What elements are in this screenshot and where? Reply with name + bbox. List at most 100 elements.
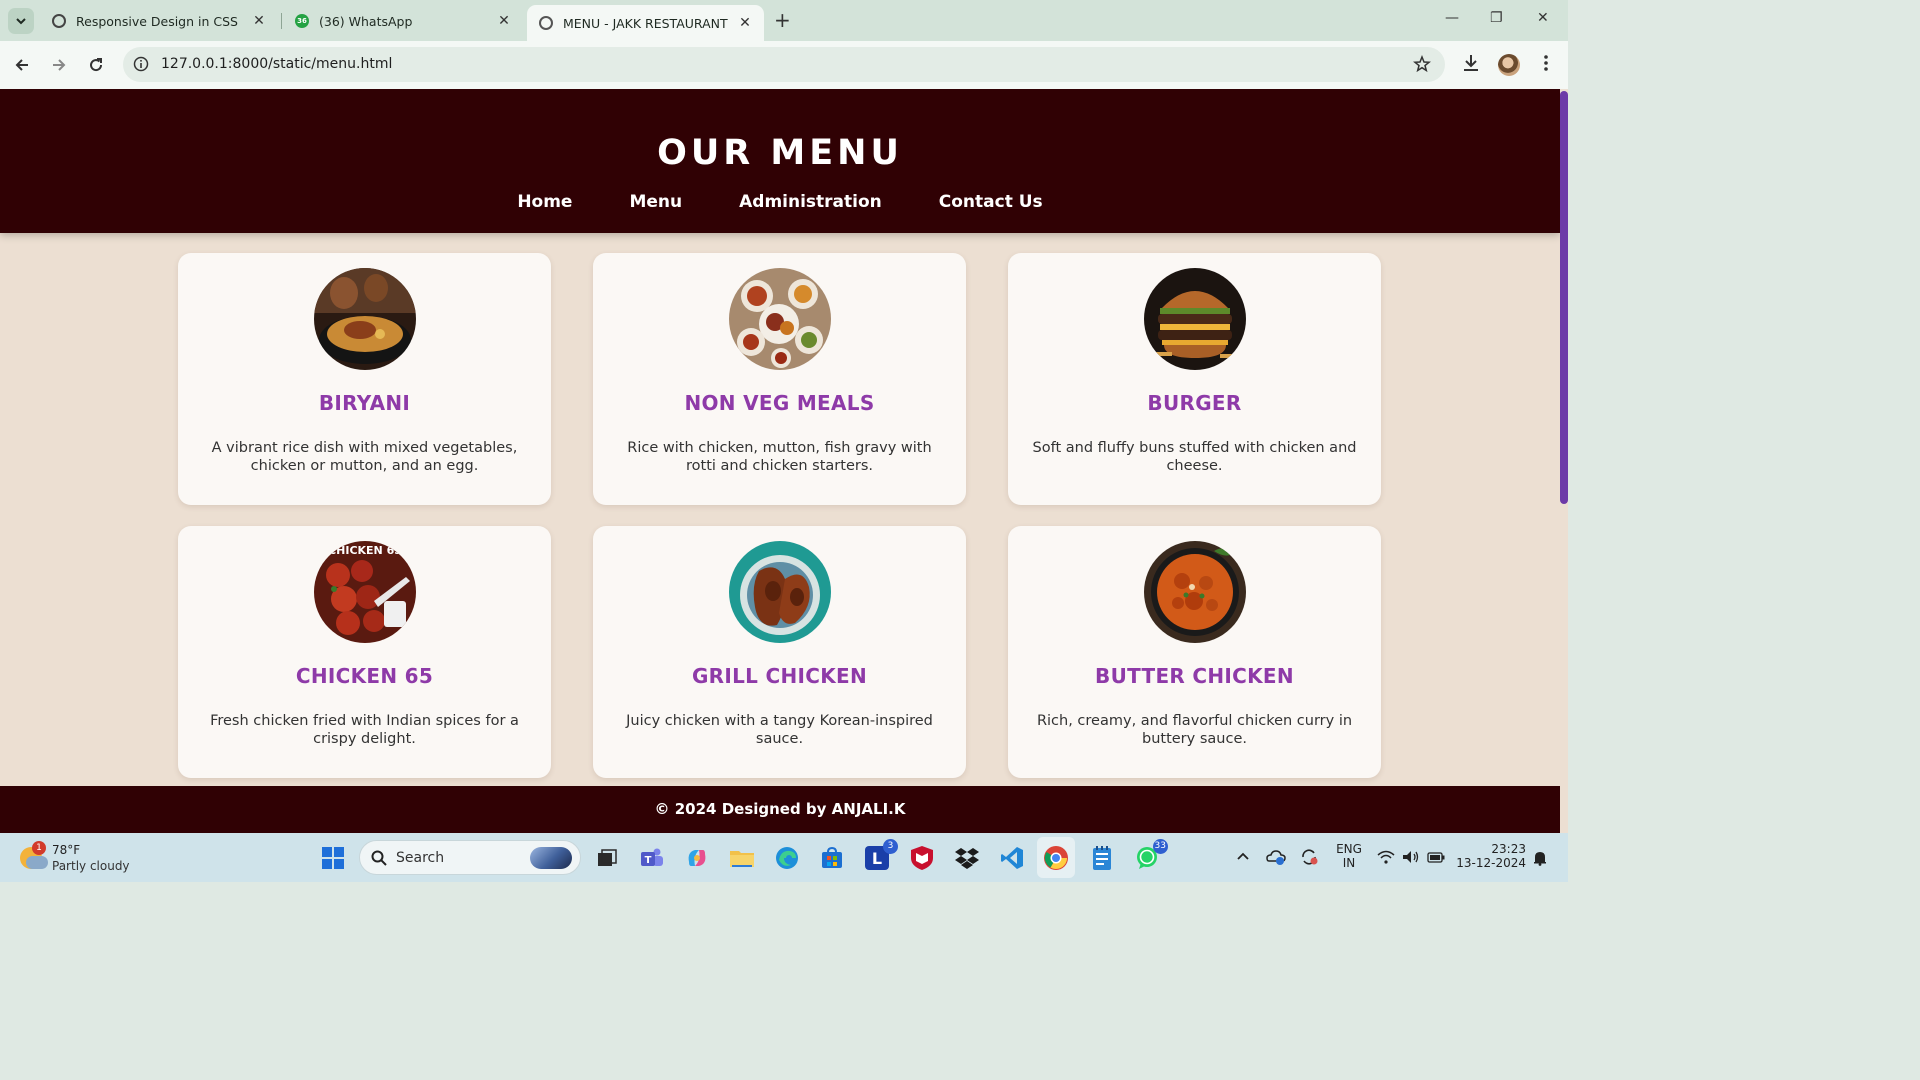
forward-button[interactable] bbox=[47, 53, 71, 77]
language-code: ENG bbox=[1336, 842, 1362, 856]
l-app-badge: 3 bbox=[883, 839, 898, 854]
site-info-icon[interactable] bbox=[133, 56, 149, 72]
svg-text:T: T bbox=[645, 855, 652, 866]
dish-description: Juicy chicken with a tangy Korean-inspir… bbox=[626, 713, 933, 747]
biryani-photo bbox=[314, 268, 416, 370]
notification-bell-icon[interactable] bbox=[1533, 850, 1547, 866]
whatsapp-favicon-icon: 36 bbox=[295, 14, 309, 28]
menu-card-grill-chicken: GRILL CHICKEN Juicy chicken with a tangy… bbox=[593, 526, 966, 778]
menu-grid: BIRYANI A vibrant rice dish with mixed v… bbox=[178, 253, 1383, 778]
close-window-button[interactable]: ✕ bbox=[1537, 10, 1549, 26]
teams-icon[interactable]: T bbox=[637, 843, 667, 873]
reload-icon bbox=[90, 58, 103, 72]
tab-title: (36) WhatsApp bbox=[319, 13, 413, 29]
chrome-icon[interactable] bbox=[1041, 843, 1071, 873]
nav-link-menu[interactable]: Menu bbox=[629, 192, 682, 212]
address-bar[interactable]: 127.0.0.1:8000/static/menu.html bbox=[123, 47, 1445, 82]
microsoft-store-icon[interactable] bbox=[817, 843, 847, 873]
task-view-icon[interactable] bbox=[592, 843, 622, 873]
nav-link-home[interactable]: Home bbox=[517, 192, 572, 212]
dropbox-icon[interactable] bbox=[952, 843, 982, 873]
notepad-icon[interactable] bbox=[1087, 843, 1117, 873]
edge-icon[interactable] bbox=[772, 843, 802, 873]
tab-whatsapp[interactable]: 36 (36) WhatsApp ✕ bbox=[283, 6, 523, 36]
minimize-button[interactable]: — bbox=[1445, 10, 1459, 26]
l-app-icon[interactable]: L 3 bbox=[862, 839, 898, 873]
site-header: OUR MENU Home Menu Administration Contac… bbox=[0, 89, 1560, 233]
close-tab-icon[interactable]: ✕ bbox=[252, 13, 266, 29]
back-button[interactable] bbox=[10, 53, 34, 77]
whatsapp-badge: 33 bbox=[1152, 839, 1168, 854]
dish-name: NON VEG MEALS bbox=[684, 391, 875, 415]
file-explorer-icon[interactable] bbox=[727, 843, 757, 873]
weather-badge: 1 bbox=[32, 841, 46, 855]
search-label: Search bbox=[396, 850, 445, 866]
tab-title: Responsive Design in CSS bbox=[76, 13, 238, 29]
windows-start-icon[interactable] bbox=[318, 843, 348, 873]
new-tab-button[interactable]: + bbox=[774, 9, 791, 31]
page-viewport: OUR MENU Home Menu Administration Contac… bbox=[0, 89, 1568, 833]
nav-link-contact-us[interactable]: Contact Us bbox=[939, 192, 1043, 212]
cloud-icon bbox=[26, 856, 48, 869]
more-menu-icon[interactable] bbox=[1537, 53, 1555, 73]
taskbar-search-box[interactable]: Search bbox=[359, 840, 581, 875]
weather-temperature: 78°F bbox=[52, 843, 81, 857]
clock-time: 23:23 bbox=[1491, 842, 1526, 856]
onedrive-info-icon[interactable] bbox=[1266, 848, 1286, 866]
weather-widget[interactable]: 1 78°F Partly cloudy bbox=[18, 841, 158, 875]
bookmark-star-icon[interactable] bbox=[1413, 55, 1431, 73]
sync-icon[interactable] bbox=[1299, 848, 1319, 866]
download-icon[interactable] bbox=[1462, 53, 1480, 73]
close-tab-icon[interactable]: ✕ bbox=[738, 15, 752, 31]
openai-favicon-icon bbox=[52, 14, 66, 28]
butter-chicken-photo bbox=[1144, 541, 1246, 643]
battery-icon[interactable] bbox=[1427, 852, 1445, 863]
vscode-icon[interactable] bbox=[997, 843, 1027, 873]
chicken-65-photo: CHICKEN 65 bbox=[314, 541, 416, 643]
nav-link-administration[interactable]: Administration bbox=[739, 192, 882, 212]
dish-name: BIRYANI bbox=[318, 391, 411, 415]
grill-chicken-photo bbox=[729, 541, 831, 643]
region-code: IN bbox=[1342, 856, 1356, 870]
profile-avatar[interactable] bbox=[1498, 54, 1520, 76]
menu-card-biryani: BIRYANI A vibrant rice dish with mixed v… bbox=[178, 253, 551, 505]
weather-condition: Partly cloudy bbox=[52, 859, 130, 873]
wifi-icon[interactable] bbox=[1377, 850, 1395, 864]
close-tab-icon[interactable]: ✕ bbox=[497, 13, 511, 29]
dish-name: BURGER bbox=[1147, 391, 1242, 415]
page-scrollbar[interactable] bbox=[1560, 89, 1568, 833]
non-veg-meals-photo bbox=[729, 268, 831, 370]
chevron-up-icon[interactable] bbox=[1236, 851, 1250, 861]
dish-description: Rice with chicken, mutton, fish gravy wi… bbox=[627, 440, 932, 474]
search-icon bbox=[371, 850, 387, 866]
menu-card-butter-chicken: BUTTER CHICKEN Rich, creamy, and flavorf… bbox=[1008, 526, 1381, 778]
dish-description: Soft and fluffy buns stuffed with chicke… bbox=[1032, 440, 1357, 474]
dish-description: Fresh chicken fried with Indian spices f… bbox=[210, 713, 519, 747]
restore-button[interactable]: ❐ bbox=[1490, 10, 1503, 26]
tab-title: MENU - JAKK RESTAURANT bbox=[563, 15, 728, 31]
site-footer: © 2024 Designed by ANJALI.K bbox=[0, 786, 1560, 833]
chevron-down-icon bbox=[16, 18, 26, 25]
mcafee-icon[interactable] bbox=[907, 843, 937, 873]
dish-description: A vibrant rice dish with mixed vegetable… bbox=[211, 440, 518, 474]
page-title: OUR MENU bbox=[657, 133, 903, 173]
tab-separator bbox=[281, 13, 282, 29]
clock[interactable]: 23:23 13-12-2024 bbox=[1456, 842, 1526, 870]
footer-text: © 2024 Designed by ANJALI.K bbox=[654, 800, 906, 818]
scrollbar-thumb[interactable] bbox=[1560, 91, 1568, 504]
tab-responsive-design[interactable]: Responsive Design in CSS ✕ bbox=[40, 6, 278, 36]
volume-icon[interactable] bbox=[1402, 850, 1420, 864]
globe-favicon-icon bbox=[539, 16, 553, 30]
tab-menu-jakk-restaurant[interactable]: MENU - JAKK RESTAURANT ✕ bbox=[527, 5, 764, 41]
reload-button[interactable] bbox=[84, 53, 108, 77]
language-indicator[interactable]: ENG IN bbox=[1336, 842, 1362, 870]
dish-description: Rich, creamy, and flavorful chicken curr… bbox=[1036, 713, 1353, 747]
copilot-icon[interactable] bbox=[682, 843, 712, 873]
whatsapp-icon[interactable]: 33 bbox=[1132, 839, 1168, 873]
tab-search-dropdown-button[interactable] bbox=[8, 8, 34, 34]
menu-card-non-veg-meals: NON VEG MEALS Rice with chicken, mutton,… bbox=[593, 253, 966, 505]
clock-date: 13-12-2024 bbox=[1456, 856, 1526, 870]
windows-taskbar: 1 78°F Partly cloudy Search T L 3 33 ENG… bbox=[0, 833, 1568, 882]
dish-name: CHICKEN 65 bbox=[295, 664, 434, 688]
browser-tab-bar: Responsive Design in CSS ✕ 36 (36) Whats… bbox=[0, 0, 1568, 41]
